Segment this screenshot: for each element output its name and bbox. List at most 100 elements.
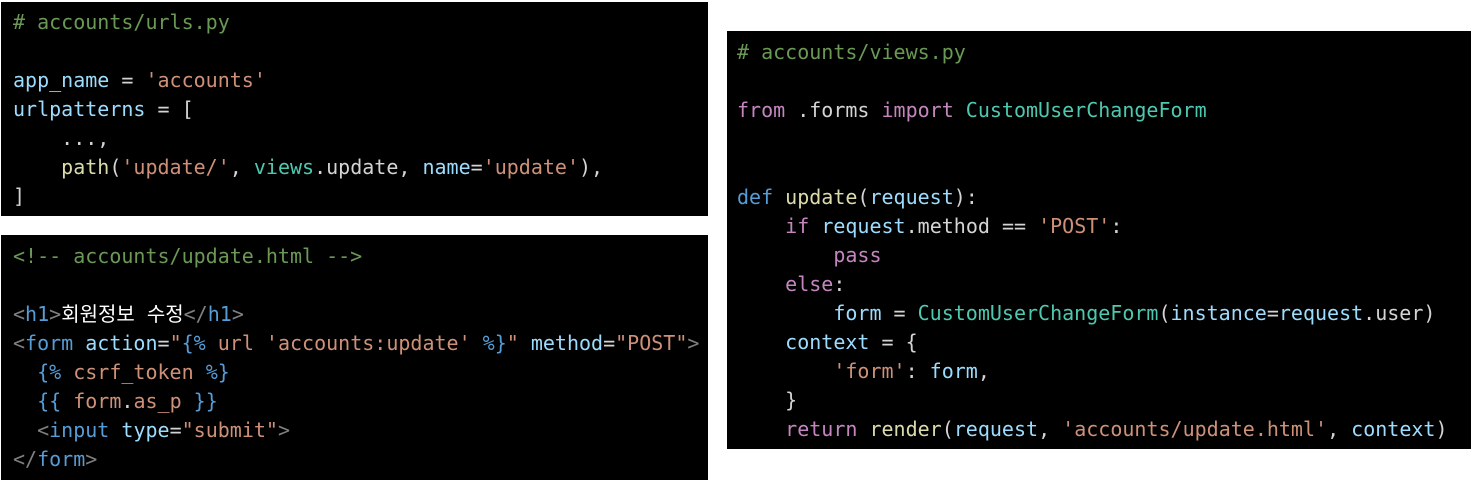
code-token: , — [398, 155, 423, 179]
code-token: action — [85, 331, 158, 355]
code-token: context — [1351, 417, 1436, 441]
code-token: = — [603, 331, 616, 355]
code-token: = — [169, 418, 182, 442]
code-token: > — [687, 331, 700, 355]
code-token: form — [929, 359, 978, 383]
code-token: {% — [37, 360, 62, 384]
code-line: pass — [737, 241, 1448, 270]
accounts-views-code: # accounts/views.py from .forms import Cu… — [737, 38, 1448, 444]
code-token: > — [85, 447, 98, 471]
code-line: <form action="{% url 'accounts:update' %… — [13, 329, 699, 358]
code-token: context — [785, 330, 870, 354]
code-token: def — [737, 185, 774, 209]
code-token: import — [881, 98, 954, 122]
code-token: ) — [1423, 301, 1436, 325]
code-token: user — [1375, 301, 1424, 325]
code-token: request — [869, 185, 954, 209]
code-token: # accounts/views.py — [737, 40, 966, 64]
code-line: <input type="submit"> — [13, 416, 699, 445]
code-token: app_name — [13, 68, 110, 92]
code-token: 'accounts' — [145, 68, 266, 92]
code-token: 'update/' — [121, 155, 230, 179]
code-token: views — [253, 155, 315, 179]
code-token: type — [121, 418, 170, 442]
code-line: context = { — [737, 328, 1448, 357]
code-line: else: — [737, 270, 1448, 299]
code-token: %} — [205, 360, 230, 384]
urls-code-panel: # accounts/urls.py app_name = 'accounts' u… — [1, 2, 708, 216]
code-line: </form> — [13, 445, 699, 474]
code-token: = — [1266, 301, 1279, 325]
code-token: ): — [953, 185, 978, 209]
update-html-code-panel: <!-- accounts/update.html --> <h1>회원정보 수정… — [1, 235, 708, 480]
code-token: # accounts/urls.py — [13, 10, 230, 34]
code-token: as_p — [133, 389, 182, 413]
code-token: = — [470, 155, 483, 179]
code-line: from .forms import CustomUserChangeForm — [737, 96, 1448, 125]
code-token: form — [833, 301, 882, 325]
code-token: form — [61, 389, 122, 413]
code-token: update — [326, 155, 399, 179]
code-token: = — [109, 68, 146, 92]
code-token: . — [905, 214, 918, 238]
code-token: path — [61, 155, 110, 179]
code-token: else — [785, 272, 834, 296]
code-token: : — [905, 359, 930, 383]
accounts-urls-code: # accounts/urls.py app_name = 'accounts' u… — [13, 8, 603, 211]
code-token: form — [25, 331, 74, 355]
code-token: ( — [109, 155, 122, 179]
code-token: } — [737, 388, 798, 412]
views-code-panel: # accounts/views.py from .forms import Cu… — [727, 31, 1471, 449]
code-line: app_name = 'accounts' — [13, 66, 603, 95]
code-token: return — [785, 417, 858, 441]
code-token: : — [833, 272, 846, 296]
code-token: if — [785, 214, 810, 238]
code-line: ] — [13, 182, 603, 211]
code-line: # accounts/views.py — [737, 38, 1448, 67]
code-token: . — [314, 155, 327, 179]
code-token: " — [169, 331, 182, 355]
code-token: <!-- accounts/update.html --> — [13, 244, 363, 268]
code-token: > — [49, 302, 62, 326]
code-token: }} — [193, 389, 218, 413]
code-token: 'form' — [833, 359, 906, 383]
code-line: <!-- accounts/update.html --> — [13, 242, 699, 271]
code-token: CustomUserChangeForm — [965, 98, 1207, 122]
code-line: 'form': form, — [737, 357, 1448, 386]
code-token: < — [13, 302, 26, 326]
code-line: ..., — [13, 124, 603, 153]
code-token: {{ — [37, 389, 62, 413]
code-token: h1 — [25, 302, 50, 326]
code-token: update — [785, 185, 858, 209]
code-token: < — [13, 331, 26, 355]
code-token: request — [821, 214, 906, 238]
code-line: <h1>회원정보 수정</h1> — [13, 300, 699, 329]
code-token: request — [1278, 301, 1364, 325]
code-token: == — [989, 214, 1039, 238]
code-line: path('update/', views.update, name='upda… — [13, 153, 603, 182]
code-line: form = CustomUserChangeForm(instance=req… — [737, 299, 1448, 328]
code-token: = — [157, 331, 170, 355]
code-token: , — [1038, 417, 1063, 441]
code-token: csrf_token — [61, 360, 206, 384]
code-token: 회원정보 수정 — [61, 302, 184, 326]
code-token: . — [121, 389, 134, 413]
